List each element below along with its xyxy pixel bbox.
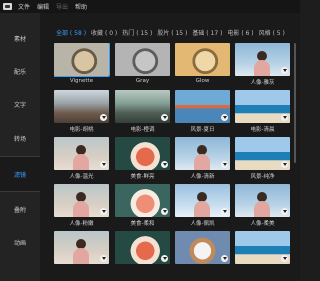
download-icon[interactable]	[221, 114, 228, 121]
filter-panel: 全部 ( 58 ) 收藏 ( 0 ) 热门 ( 15 ) 胶片 ( 15 ) 基…	[40, 13, 300, 281]
filter-item[interactable]: 电影-胡桃	[54, 90, 109, 133]
filter-thumbnail[interactable]	[115, 137, 170, 170]
scrollbar[interactable]	[294, 43, 296, 163]
filter-thumbnail[interactable]	[54, 43, 110, 77]
filter-label: 电影-清晨	[250, 127, 275, 133]
download-icon[interactable]	[100, 255, 107, 262]
filter-item[interactable]: 人像-粉嫩	[54, 184, 109, 227]
tab-popular[interactable]: 热门 ( 15 )	[122, 28, 152, 37]
tab-film[interactable]: 胶片 ( 15 )	[157, 28, 187, 37]
download-icon[interactable]	[281, 208, 288, 215]
download-icon[interactable]	[161, 208, 168, 215]
menu-edit[interactable]: 编辑	[37, 2, 49, 11]
download-icon[interactable]	[221, 161, 228, 168]
filter-thumbnail[interactable]	[115, 43, 170, 76]
filter-item[interactable]	[54, 231, 109, 273]
filter-item[interactable]	[175, 231, 230, 273]
filter-label: 电影-胡桃	[69, 127, 94, 133]
filter-item[interactable]: 人像-温光	[54, 137, 109, 180]
filter-thumbnail[interactable]	[175, 231, 230, 264]
download-icon[interactable]	[100, 161, 107, 168]
filter-thumbnail[interactable]	[175, 43, 230, 76]
filter-item[interactable]: 美食-柔和	[115, 184, 170, 227]
filter-thumbnail[interactable]	[235, 231, 290, 264]
filter-label: Gray	[135, 78, 150, 84]
filter-thumbnail[interactable]	[54, 184, 109, 217]
filter-thumbnail[interactable]	[235, 137, 290, 170]
filter-item[interactable]	[115, 231, 170, 273]
tab-all[interactable]: 全部 ( 58 )	[56, 28, 86, 37]
filter-label: 美食-鲜亮	[130, 174, 155, 180]
filter-category-tabs: 全部 ( 58 ) 收藏 ( 0 ) 热门 ( 15 ) 胶片 ( 15 ) 基…	[56, 28, 290, 37]
sidebar-item-text[interactable]: 文字	[0, 87, 40, 121]
filter-item[interactable]: 美食-鲜亮	[115, 137, 170, 180]
download-icon[interactable]	[100, 114, 107, 121]
filter-item[interactable]: 电影-清晨	[235, 90, 290, 133]
filter-item[interactable]: Glow	[175, 43, 230, 85]
download-icon[interactable]	[161, 255, 168, 262]
download-icon[interactable]	[281, 255, 288, 262]
app-logo-icon	[3, 3, 12, 10]
filter-thumbnail[interactable]	[115, 231, 170, 264]
download-icon[interactable]	[161, 114, 168, 121]
filter-thumbnail[interactable]	[54, 90, 109, 123]
filter-label: Vignette	[69, 78, 94, 84]
filter-label: 美食-柔和	[130, 221, 155, 227]
sidebar-item-transition[interactable]: 转场	[0, 121, 40, 155]
tab-style[interactable]: 风格 ( 5 )	[259, 28, 285, 37]
filter-item[interactable]: 风景-夏日	[175, 90, 230, 133]
filter-thumbnail[interactable]	[235, 43, 290, 76]
filter-thumbnail[interactable]	[175, 184, 230, 217]
filter-item[interactable]: 电影-橙调	[115, 90, 170, 133]
sidebar-item-material[interactable]: 素材	[0, 21, 40, 55]
filter-item[interactable]: Gray	[115, 43, 170, 85]
filter-item[interactable]	[235, 231, 290, 273]
download-icon[interactable]	[281, 67, 288, 74]
filter-thumbnail[interactable]	[54, 137, 109, 170]
download-icon[interactable]	[100, 208, 107, 215]
filter-thumbnail[interactable]	[235, 90, 290, 123]
filter-item[interactable]: 人像-雅灰	[235, 43, 290, 86]
menu-bar: 文件 编辑 导出 帮助	[0, 0, 300, 13]
filter-label: 人像-佩凯	[190, 221, 215, 227]
download-icon[interactable]	[221, 255, 228, 262]
menu-help[interactable]: 帮助	[75, 2, 87, 11]
filter-label: 人像-温光	[69, 174, 94, 180]
filter-label: 风景-纯净	[250, 174, 275, 180]
filter-item[interactable]: 风景-纯净	[235, 137, 290, 180]
filter-item[interactable]: 人像-佩凯	[175, 184, 230, 227]
sidebar-item-animation[interactable]: 动画	[0, 225, 40, 259]
menu-export[interactable]: 导出	[56, 2, 68, 11]
menu-file[interactable]: 文件	[18, 2, 30, 11]
sidebar-item-overlay[interactable]: 叠附	[0, 192, 40, 226]
sidebar-item-music[interactable]: 配乐	[0, 54, 40, 88]
filter-thumbnail[interactable]	[115, 90, 170, 123]
filter-thumbnail[interactable]	[175, 90, 230, 123]
filter-thumbnail[interactable]	[175, 137, 230, 170]
filter-label: 人像-雅灰	[250, 80, 275, 86]
filter-label: 人像-柔美	[250, 221, 275, 227]
filter-item[interactable]: 人像-柔美	[235, 184, 290, 227]
filter-label: 风景-夏日	[190, 127, 215, 133]
filter-label: 人像-清新	[190, 174, 215, 180]
download-icon[interactable]	[161, 161, 168, 168]
download-icon[interactable]	[281, 161, 288, 168]
download-icon[interactable]	[221, 208, 228, 215]
filter-label: 人像-粉嫩	[69, 221, 94, 227]
filter-thumbnail[interactable]	[115, 184, 170, 217]
download-icon[interactable]	[281, 114, 288, 121]
sidebar-item-filter[interactable]: 滤镜	[0, 156, 40, 192]
sidebar: 素材 配乐 文字 转场 滤镜 叠附 动画	[0, 13, 40, 281]
filter-item[interactable]: Vignette	[54, 43, 110, 85]
tab-basic[interactable]: 基础 ( 17 )	[192, 28, 222, 37]
filter-thumbnail[interactable]	[54, 231, 109, 264]
filter-grid: Vignette Gray Glow 人像-雅灰电影-胡桃 电影-橙调 风景-夏日 电影-清…	[54, 43, 291, 281]
tab-favorites[interactable]: 收藏 ( 0 )	[91, 28, 117, 37]
filter-thumbnail[interactable]	[235, 184, 290, 217]
tab-movie[interactable]: 电影 ( 6 )	[227, 28, 253, 37]
filter-label: Glow	[195, 78, 210, 84]
filter-item[interactable]: 人像-清新	[175, 137, 230, 180]
filter-label: 电影-橙调	[130, 127, 155, 133]
